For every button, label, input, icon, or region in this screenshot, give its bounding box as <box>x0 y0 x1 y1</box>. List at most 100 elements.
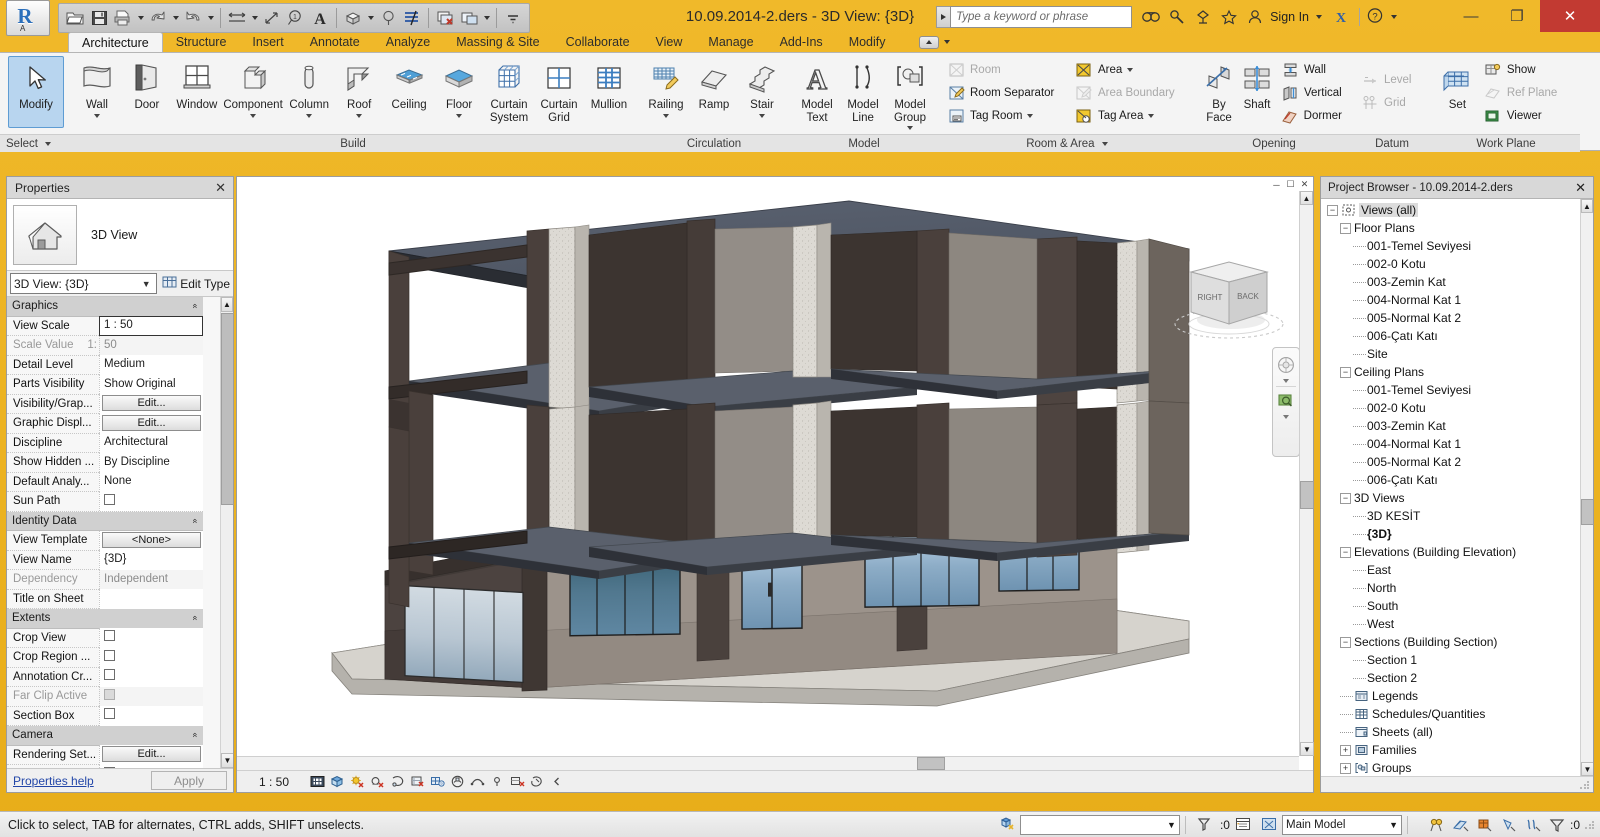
select-underlay-icon[interactable] <box>1473 814 1497 836</box>
communication-icon[interactable] <box>1190 5 1216 29</box>
property-checkbox[interactable] <box>104 630 115 642</box>
collapse-group-icon[interactable]: « <box>190 518 200 523</box>
room-separator-button[interactable]: Room Separator <box>942 81 1070 104</box>
column-button[interactable]: Column <box>284 56 334 128</box>
qat-customize-icon[interactable] <box>501 6 525 30</box>
design-option-combobox[interactable]: Main Model ▼ <box>1281 814 1402 835</box>
show-constraints-icon[interactable] <box>487 773 507 791</box>
model-display-icon[interactable] <box>527 773 547 791</box>
property-edit-button[interactable]: <None> <box>102 531 201 548</box>
roof-button[interactable]: Roof <box>334 56 384 128</box>
floor-button[interactable]: Floor <box>434 56 484 128</box>
tree-item[interactable]: −3D Views <box>1321 489 1579 507</box>
tree-scroll-thumb[interactable] <box>1581 499 1593 525</box>
tab-analyze[interactable]: Analyze <box>373 32 443 52</box>
text-icon[interactable]: A <box>308 6 332 30</box>
close-icon[interactable]: ✕ <box>1572 180 1589 196</box>
work-plane-viewer-button[interactable]: Viewer <box>1479 104 1576 127</box>
tag-room-dropdown-icon[interactable] <box>1027 113 1034 118</box>
curtain-system-button[interactable]: Curtain System <box>484 56 534 128</box>
view-scroll-up-icon[interactable]: ▲ <box>1300 191 1313 205</box>
more-icon[interactable] <box>547 773 567 791</box>
wall-button[interactable]: Wall <box>72 56 122 128</box>
steering-wheel-icon[interactable] <box>1274 352 1298 378</box>
by-face-button[interactable]: By Face <box>1200 56 1238 128</box>
property-checkbox[interactable] <box>104 669 115 681</box>
tree-item[interactable]: Site <box>1321 345 1579 363</box>
maximize-button[interactable]: ❐ <box>1494 0 1540 32</box>
view-scale-label[interactable]: 1 : 50 <box>259 775 289 789</box>
property-value[interactable] <box>99 491 203 511</box>
tab-modify[interactable]: Modify <box>836 32 899 52</box>
scroll-up-icon[interactable]: ▲ <box>221 297 233 312</box>
shadows-icon[interactable] <box>367 773 387 791</box>
shaft-button[interactable]: Shaft <box>1238 56 1276 128</box>
grid-button[interactable]: Grid <box>1356 91 1428 114</box>
view-close-button[interactable]: ✕ <box>1299 179 1310 190</box>
property-value[interactable] <box>99 667 203 687</box>
tree-item[interactable]: + Families <box>1321 741 1579 759</box>
view-vscroll-thumb[interactable] <box>1300 481 1314 509</box>
select-by-face-icon[interactable] <box>1521 814 1545 836</box>
apply-button[interactable]: Apply <box>151 771 227 790</box>
property-value[interactable] <box>99 686 203 706</box>
tree-item[interactable]: 3D KESİT <box>1321 507 1579 525</box>
crop-view-icon[interactable] <box>307 773 327 791</box>
tab-add-ins[interactable]: Add-Ins <box>767 32 836 52</box>
area-button[interactable]: Area <box>1070 58 1192 81</box>
ref-plane-button[interactable]: Ref Plane <box>1479 81 1576 104</box>
redo-dropdown-icon[interactable] <box>205 6 216 30</box>
property-value[interactable]: 1 : 50 <box>99 316 203 336</box>
railing-dropdown-icon[interactable] <box>663 113 669 118</box>
property-value[interactable] <box>99 706 203 726</box>
door-button[interactable]: Door <box>122 56 172 128</box>
thin-lines-icon[interactable] <box>400 6 424 30</box>
3d-view-canvas[interactable]: RIGHT BACK <box>237 191 1299 756</box>
view-scroll-down-icon[interactable]: ▼ <box>1300 742 1314 756</box>
modify-button[interactable]: Modify <box>8 56 64 128</box>
property-value[interactable] <box>99 647 203 667</box>
model-text-button[interactable]: A Model Text <box>794 56 840 128</box>
print-icon[interactable] <box>111 6 135 30</box>
property-checkbox[interactable] <box>104 688 115 700</box>
undo-dropdown-icon[interactable] <box>170 6 181 30</box>
tree-item[interactable]: 004-Normal Kat 1 <box>1321 291 1579 309</box>
tree-item[interactable]: 002-0 Kotu <box>1321 399 1579 417</box>
tree-item[interactable]: East <box>1321 561 1579 579</box>
favorites-icon[interactable] <box>1216 5 1242 29</box>
dormer-opening-button[interactable]: Dormer <box>1276 104 1348 127</box>
tree-item[interactable]: 005-Normal Kat 2 <box>1321 309 1579 327</box>
steering-wheel-dropdown-icon[interactable] <box>1283 379 1289 383</box>
property-value[interactable] <box>99 589 203 609</box>
property-value[interactable]: Medium <box>99 355 203 375</box>
design-options-icon[interactable] <box>1191 814 1217 836</box>
infocenter-expand-button[interactable] <box>936 6 951 28</box>
rendering-dialog-icon[interactable] <box>387 773 407 791</box>
measure-dropdown-icon[interactable] <box>249 6 260 30</box>
column-dropdown-icon[interactable] <box>306 113 313 118</box>
view-cube[interactable]: RIGHT BACK <box>1167 246 1297 356</box>
property-checkbox[interactable] <box>104 649 115 661</box>
tab-annotate[interactable]: Annotate <box>297 32 373 52</box>
ribbon-minimize-button[interactable] <box>918 32 957 52</box>
sign-in-button[interactable]: Sign In <box>1270 10 1309 24</box>
scroll-down-icon[interactable]: ▼ <box>221 753 233 768</box>
expand-node-icon[interactable]: + <box>1340 744 1351 756</box>
visual-style-icon[interactable] <box>327 773 347 791</box>
tree-item[interactable]: {3D} <box>1321 525 1579 543</box>
tree-item[interactable]: Section 1 <box>1321 651 1579 669</box>
properties-help-link[interactable]: Properties help <box>13 774 94 788</box>
property-value[interactable]: {3D} <box>99 550 203 570</box>
tab-manage[interactable]: Manage <box>695 32 766 52</box>
ceiling-button[interactable]: Ceiling <box>384 56 434 128</box>
area-boundary-button[interactable]: Area Boundary <box>1070 81 1192 104</box>
tree-scroll-down-icon[interactable]: ▼ <box>1581 762 1593 776</box>
select-pinned-icon[interactable] <box>1497 814 1521 836</box>
subscription-icon[interactable] <box>1164 5 1190 29</box>
tree-item[interactable]: South <box>1321 597 1579 615</box>
crop-region-icon[interactable] <box>407 773 427 791</box>
tree-item[interactable]: − Views (all) <box>1321 201 1579 219</box>
collapse-node-icon[interactable]: − <box>1340 492 1351 504</box>
project-browser-scrollbar[interactable]: ▲ ▼ <box>1580 199 1593 776</box>
collapse-node-icon[interactable]: − <box>1340 366 1351 378</box>
